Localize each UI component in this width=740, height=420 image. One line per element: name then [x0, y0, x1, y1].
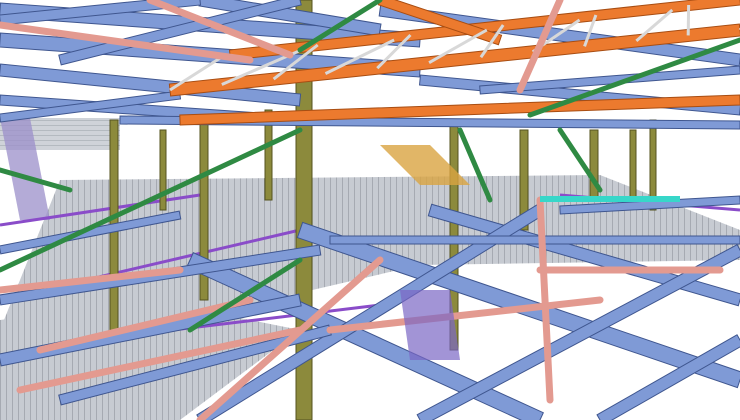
- cyan-accent: [540, 196, 680, 202]
- steel-structure-render: [0, 0, 740, 420]
- column-8: [159, 129, 167, 211]
- structure-canvas: [0, 0, 740, 420]
- column-9: [629, 129, 637, 201]
- stair-lower: [400, 290, 460, 360]
- lower-beam-8: [329, 235, 740, 245]
